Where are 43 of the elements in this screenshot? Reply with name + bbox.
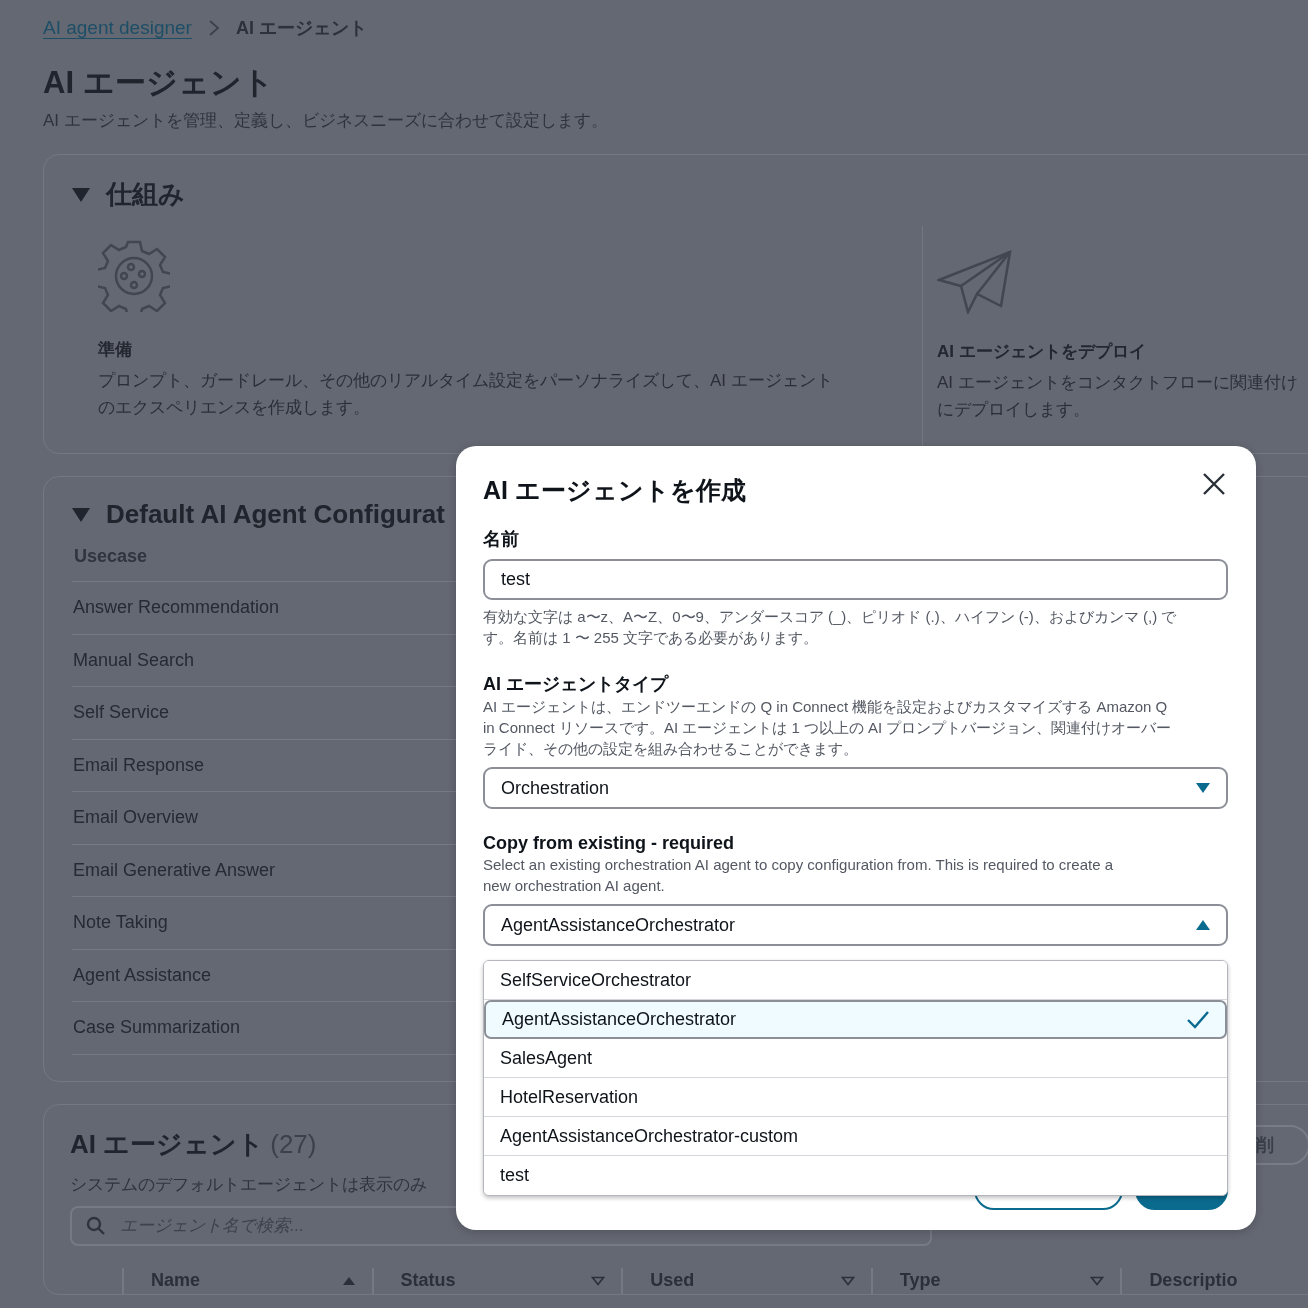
field-description: Select an existing orchestration AI agent to copy configuration from. This is required to create a new orchestration AI agent. — [483, 855, 1115, 896]
section-title: 仕組み — [106, 178, 185, 212]
dropdown-option[interactable]: AgentAssistanceOrchestrator-custom — [484, 1117, 1227, 1156]
expand-triangle-icon[interactable] — [72, 507, 90, 522]
step-description: AI エージェントをコンタクトフローに関連付けにデプロイします。 — [937, 372, 1299, 422]
expand-triangle-icon[interactable] — [72, 187, 90, 202]
table-cell: Agent Assistance — [73, 964, 212, 986]
step-title: 準備 — [98, 339, 133, 362]
page-title: AI エージェント — [43, 64, 275, 102]
table-cell: Email Generative Answer — [73, 859, 276, 881]
step-description: プロンプト、ガードレール、その他のリアルタイム設定をパーソナライズして、AI エージェントのエクスペリエンスを作成します。 — [98, 370, 834, 420]
table-cell: Email Response — [73, 754, 205, 776]
gear-icon — [98, 240, 170, 313]
field-description: AI エージェントは、エンドツーエンドの Q in Connect 機能を設定およびカスタマイズする Amazon Q in Connect リソースです。AI エージェントは 1 つ以上の AI プロンプトバージョン、関連付けオーバーライド、その他の設定を組み合わせることができます。 — [483, 697, 1173, 759]
check-icon — [1187, 1010, 1209, 1029]
paper-plane-icon — [937, 250, 1013, 315]
agent-type-select[interactable]: Orchestration — [483, 767, 1228, 809]
table-cell: Manual Search — [73, 649, 195, 671]
name-field[interactable]: test — [483, 559, 1228, 600]
section-title: AI エージェント — [70, 1129, 265, 1160]
caret-icon — [1196, 783, 1210, 793]
dropdown-option[interactable]: SalesAgent — [484, 1039, 1227, 1078]
step-title: AI エージェントをデプロイ — [937, 341, 1147, 364]
table-cell: Answer Recommendation — [73, 597, 280, 619]
caret-icon — [1196, 920, 1210, 930]
field-hint: 有効な文字は a〜z、A〜Z、0〜9、アンダースコア (_)、ピリオド (.)、ハイフン (-)、およびカンマ (,) です。名前は 1 〜 255 文字である必要があります。 — [483, 607, 1178, 648]
dropdown-option[interactable]: HotelReservation — [484, 1078, 1227, 1117]
section-title: Default AI Agent Configurat — [106, 499, 445, 531]
dropdown-option[interactable]: SelfServiceOrchestrator — [484, 961, 1227, 1000]
field-label: 名前 — [483, 528, 520, 551]
field-label: AI エージェントタイプ — [483, 673, 670, 696]
search-icon — [86, 1215, 106, 1236]
table-cell: Email Overview — [73, 807, 199, 829]
chevron-icon — [207, 20, 220, 36]
table-cell: Case Summarization — [73, 1017, 241, 1039]
table-cell: Note Taking — [73, 912, 168, 934]
breadcrumb-current: AI エージェント — [235, 17, 367, 40]
table-cell: Self Service — [73, 702, 170, 724]
dropdown-option[interactable]: AgentAssistanceOrchestrator — [484, 1000, 1227, 1039]
dropdown-option[interactable]: test — [484, 1156, 1227, 1195]
field-label: Copy from existing - required — [483, 833, 736, 854]
copy-from-select[interactable]: AgentAssistanceOrchestrator — [483, 904, 1228, 946]
dialog-title: AI エージェントを作成 — [483, 475, 746, 506]
